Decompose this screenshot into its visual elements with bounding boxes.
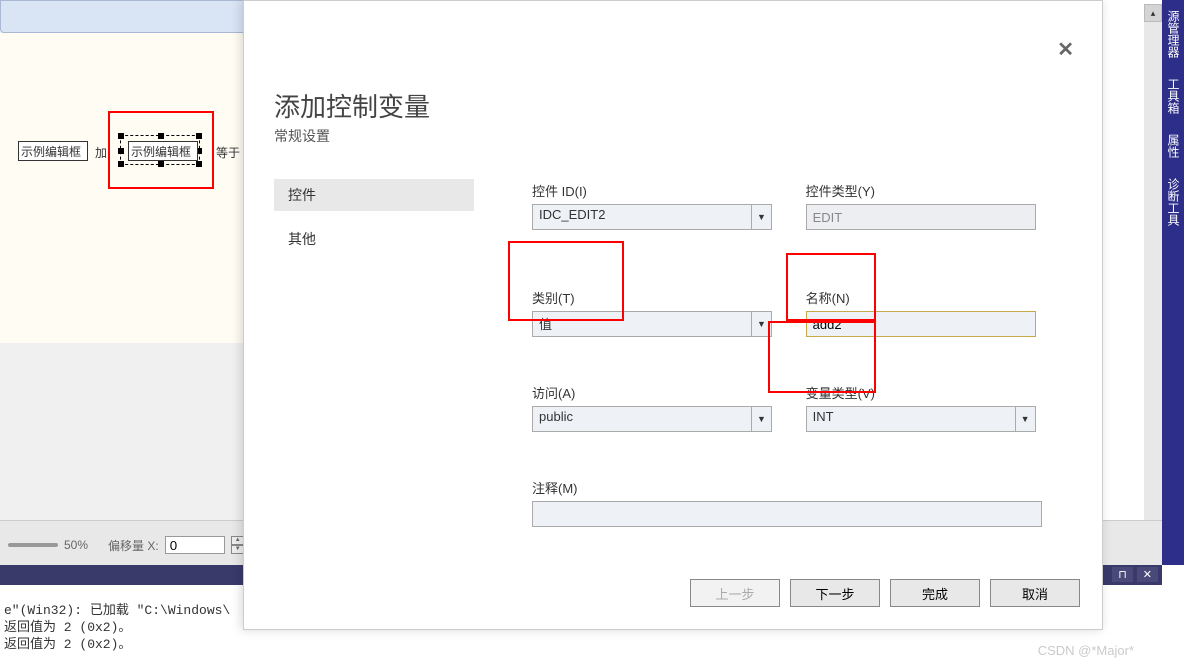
scroll-up-button[interactable]: ▴ <box>1144 4 1162 22</box>
control-id-combo[interactable]: IDC_EDIT2 ▼ <box>532 204 772 230</box>
nav-tab-other[interactable]: 其他 <box>274 223 474 255</box>
zoom-percent: 50% <box>64 538 88 552</box>
access-value: public <box>532 406 752 432</box>
dialog-title: 添加控制变量 <box>274 87 430 124</box>
dialog-body-preview: 示例编辑框 加 示例编辑框 等于 <box>0 33 245 343</box>
zoom-controls: 50% 偏移量 X: ▲ ▼ <box>0 536 245 554</box>
tab-resource-manager[interactable]: 源管理器 <box>1162 0 1184 68</box>
category-combo[interactable]: 值 ▼ <box>532 311 772 337</box>
edit-control-2[interactable]: 示例编辑框 <box>128 141 198 161</box>
plus-label: 加 <box>95 144 107 161</box>
add-control-variable-dialog: ✕ 添加控制变量 常规设置 控件 其他 控件 ID(I) IDC_EDIT2 ▼… <box>243 0 1103 630</box>
label-var-type: 变量类型(V) <box>806 383 1036 402</box>
comment-field[interactable] <box>532 501 1042 527</box>
outer-scrollbar[interactable]: ▴ ▾ <box>1144 4 1162 560</box>
equals-label: 等于 <box>216 144 240 161</box>
dialog-subtitle: 常规设置 <box>274 126 330 146</box>
label-access: 访问(A) <box>532 383 772 402</box>
tab-properties[interactable]: 属性 <box>1162 124 1184 168</box>
chevron-down-icon[interactable]: ▼ <box>1016 406 1036 432</box>
panel-close-icon[interactable]: ✕ <box>1137 567 1158 582</box>
category-value: 值 <box>532 311 752 337</box>
label-control-id: 控件 ID(I) <box>532 181 772 200</box>
name-field[interactable] <box>806 311 1036 337</box>
dialog-nav: 控件 其他 <box>274 179 474 255</box>
zoom-slider[interactable] <box>8 543 58 547</box>
watermark: CSDN @*Major* <box>1038 643 1134 658</box>
chevron-down-icon[interactable]: ▼ <box>752 311 772 337</box>
label-control-type: 控件类型(Y) <box>806 181 1036 200</box>
prev-button: 上一步 <box>690 579 780 607</box>
panel-pin-icon[interactable]: ⊓ <box>1112 567 1133 582</box>
nav-tab-control[interactable]: 控件 <box>274 179 474 211</box>
next-button[interactable]: 下一步 <box>790 579 880 607</box>
offset-x-input[interactable] <box>165 536 225 554</box>
tab-toolbox[interactable]: 工具箱 <box>1162 68 1184 124</box>
side-panel-strip: 源管理器 工具箱 属性 诊断工具 <box>1162 0 1184 565</box>
finish-button[interactable]: 完成 <box>890 579 980 607</box>
label-category: 类别(T) <box>532 288 772 307</box>
chevron-down-icon[interactable]: ▼ <box>752 204 772 230</box>
edit-control-1[interactable]: 示例编辑框 <box>18 141 88 161</box>
var-type-combo[interactable]: INT ▼ <box>806 406 1036 432</box>
form-area: 控件 ID(I) IDC_EDIT2 ▼ 控件类型(Y) 类别(T) 值 ▼ 名… <box>532 181 1072 555</box>
dialog-buttons: 上一步 下一步 完成 取消 <box>690 579 1080 607</box>
control-type-field <box>806 204 1036 230</box>
control-id-value: IDC_EDIT2 <box>532 204 752 230</box>
label-comment: 注释(M) <box>532 478 1042 497</box>
close-button[interactable]: ✕ <box>1057 37 1074 62</box>
access-combo[interactable]: public ▼ <box>532 406 772 432</box>
offset-x-label: 偏移量 X: <box>108 537 159 554</box>
console-line: 返回值为 2 (0x2)。 <box>4 636 1158 653</box>
var-type-value: INT <box>806 406 1016 432</box>
label-name: 名称(N) <box>806 288 1036 307</box>
cancel-button[interactable]: 取消 <box>990 579 1080 607</box>
tab-diagnostics[interactable]: 诊断工具 <box>1162 168 1184 236</box>
chevron-down-icon[interactable]: ▼ <box>752 406 772 432</box>
